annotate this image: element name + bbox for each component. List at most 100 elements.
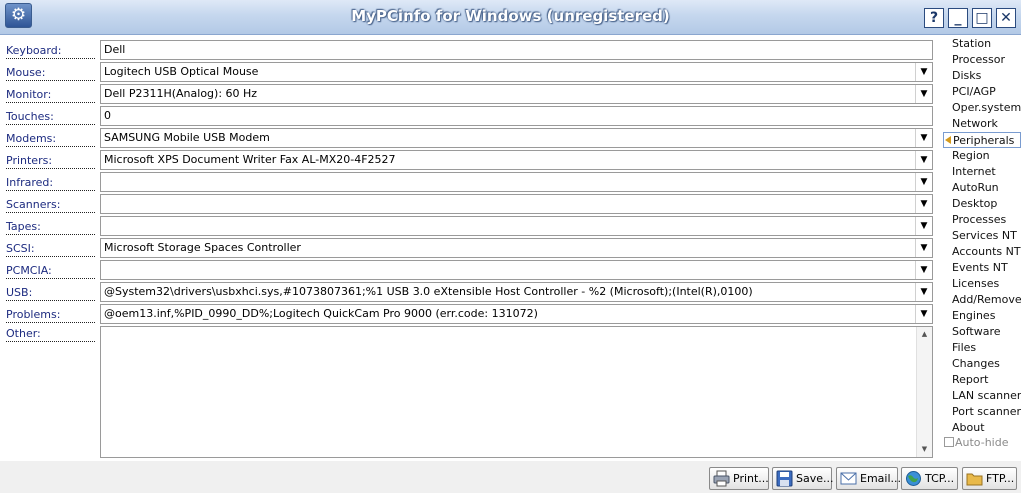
- monitor-dropdown[interactable]: Dell P2311H(Analog): 60 Hz ▼: [100, 84, 933, 104]
- chevron-down-icon[interactable]: ▼: [915, 305, 932, 323]
- touches-field[interactable]: 0: [100, 106, 933, 126]
- autohide-toggle[interactable]: Auto-hide: [944, 437, 1009, 449]
- pcmcia-dropdown[interactable]: ▼: [100, 260, 933, 280]
- sidebar-item-processes[interactable]: Processes: [943, 212, 1021, 228]
- sidebar-item-add-remove[interactable]: Add/Remove: [943, 292, 1021, 308]
- mouse-dropdown[interactable]: Logitech USB Optical Mouse ▼: [100, 62, 933, 82]
- scsi-dropdown[interactable]: Microsoft Storage Spaces Controller ▼: [100, 238, 933, 258]
- minimize-button[interactable]: _: [948, 8, 968, 28]
- globe-icon: [906, 471, 921, 486]
- other-scrollbar[interactable]: ▲ ▼: [916, 327, 932, 457]
- chevron-down-icon[interactable]: ▼: [915, 129, 932, 147]
- chevron-down-icon[interactable]: ▼: [915, 195, 932, 213]
- other-textarea[interactable]: ▲ ▼: [100, 326, 933, 458]
- print-button[interactable]: Print...: [709, 467, 769, 490]
- infrared-dropdown[interactable]: ▼: [100, 172, 933, 192]
- sidebar-item-peripherals[interactable]: Peripherals: [943, 132, 1021, 148]
- sidebar-item-label: Accounts NT: [952, 245, 1021, 258]
- usb-value: @System32\drivers\usbxhci.sys,#107380736…: [104, 285, 753, 298]
- sidebar-item-services-nt[interactable]: Services NT: [943, 228, 1021, 244]
- usb-label: USB:: [6, 285, 95, 301]
- sidebar-item-label: Region: [952, 149, 990, 162]
- sidebar-item-internet[interactable]: Internet: [943, 164, 1021, 180]
- sidebar-item-files[interactable]: Files: [943, 340, 1021, 356]
- sidebar-item-label: Internet: [952, 165, 996, 178]
- sidebar-item-label: Report: [952, 373, 989, 386]
- touches-label: Touches:: [6, 109, 95, 125]
- autohide-label: Auto-hide: [955, 436, 1009, 449]
- tapes-dropdown[interactable]: ▼: [100, 216, 933, 236]
- chevron-down-icon[interactable]: ▼: [915, 151, 932, 169]
- sidebar-item-label: Files: [952, 341, 977, 354]
- scroll-up-icon[interactable]: ▲: [917, 327, 932, 342]
- sidebar-item-oper-system[interactable]: Oper.system: [943, 100, 1021, 116]
- sidebar-item-about[interactable]: About: [943, 420, 1021, 436]
- sidebar-item-desktop[interactable]: Desktop: [943, 196, 1021, 212]
- sidebar-item-label: Port scanner: [952, 405, 1021, 418]
- help-button[interactable]: ?: [924, 8, 944, 28]
- tapes-label: Tapes:: [6, 219, 95, 235]
- problems-dropdown[interactable]: @oem13.inf,%PID_0990_DD%;Logitech QuickC…: [100, 304, 933, 324]
- sidebar-item-pci-agp[interactable]: PCI/AGP: [943, 84, 1021, 100]
- scanners-dropdown[interactable]: ▼: [100, 194, 933, 214]
- tcp-label: TCP...: [925, 472, 955, 485]
- scroll-down-icon[interactable]: ▼: [917, 442, 932, 457]
- tcp-button[interactable]: TCP...: [901, 467, 958, 490]
- sidebar-item-label: Processes: [952, 213, 1007, 226]
- sidebar-item-report[interactable]: Report: [943, 372, 1021, 388]
- other-label: Other:: [6, 326, 95, 342]
- sidebar-item-label: Changes: [952, 357, 1000, 370]
- sidebar-item-processor[interactable]: Processor: [943, 52, 1021, 68]
- scsi-label: SCSI:: [6, 241, 95, 257]
- sidebar-item-station[interactable]: Station: [943, 36, 1021, 52]
- sidebar-item-autorun[interactable]: AutoRun: [943, 180, 1021, 196]
- sidebar-item-changes[interactable]: Changes: [943, 356, 1021, 372]
- sidebar-item-network[interactable]: Network: [943, 116, 1021, 132]
- printers-value: Microsoft XPS Document Writer Fax AL-MX2…: [104, 153, 396, 166]
- title-bar: ⚙ MyPCinfo for Windows (unregistered) ? …: [0, 0, 1021, 35]
- active-arrow-icon: [945, 136, 951, 144]
- sidebar-item-label: Processor: [952, 53, 1005, 66]
- chevron-down-icon[interactable]: ▼: [915, 261, 932, 279]
- chevron-down-icon[interactable]: ▼: [915, 283, 932, 301]
- sidebar-item-region[interactable]: Region: [943, 148, 1021, 164]
- email-button[interactable]: Email...: [836, 467, 902, 490]
- maximize-button[interactable]: □: [972, 8, 992, 28]
- sidebar-item-label: Oper.system: [952, 101, 1021, 114]
- usb-dropdown[interactable]: @System32\drivers\usbxhci.sys,#107380736…: [100, 282, 933, 302]
- sidebar-item-lan-scanner[interactable]: LAN scanner: [943, 388, 1021, 404]
- save-button[interactable]: Save...: [772, 467, 834, 490]
- sidebar-item-licenses[interactable]: Licenses: [943, 276, 1021, 292]
- sidebar-item-engines[interactable]: Engines: [943, 308, 1021, 324]
- sidebar-item-label: Desktop: [952, 197, 998, 210]
- mouse-label: Mouse:: [6, 65, 95, 81]
- sidebar-item-label: Network: [952, 117, 998, 130]
- keyboard-field[interactable]: Dell: [100, 40, 933, 60]
- sidebar-item-label: PCI/AGP: [952, 85, 996, 98]
- sidebar-item-label: Station: [952, 37, 992, 50]
- sidebar-item-label: Licenses: [952, 277, 1000, 290]
- autohide-checkbox[interactable]: [944, 437, 954, 447]
- chevron-down-icon[interactable]: ▼: [915, 63, 932, 81]
- problems-value: @oem13.inf,%PID_0990_DD%;Logitech QuickC…: [104, 307, 538, 320]
- chevron-down-icon[interactable]: ▼: [915, 239, 932, 257]
- sidebar-item-software[interactable]: Software: [943, 324, 1021, 340]
- email-label: Email...: [860, 472, 902, 485]
- modems-value: SAMSUNG Mobile USB Modem: [104, 131, 270, 144]
- ftp-button[interactable]: FTP...: [962, 467, 1017, 490]
- scanners-label: Scanners:: [6, 197, 95, 213]
- modems-dropdown[interactable]: SAMSUNG Mobile USB Modem ▼: [100, 128, 933, 148]
- sidebar-item-label: Disks: [952, 69, 982, 82]
- printers-dropdown[interactable]: Microsoft XPS Document Writer Fax AL-MX2…: [100, 150, 933, 170]
- sidebar-item-label: LAN scanner: [952, 389, 1021, 402]
- chevron-down-icon[interactable]: ▼: [915, 85, 932, 103]
- sidebar-item-label: Peripherals: [953, 134, 1015, 147]
- sidebar-item-port-scanner[interactable]: Port scanner: [943, 404, 1021, 420]
- chevron-down-icon[interactable]: ▼: [915, 173, 932, 191]
- sidebar-item-accounts-nt[interactable]: Accounts NT: [943, 244, 1021, 260]
- sidebar-item-events-nt[interactable]: Events NT: [943, 260, 1021, 276]
- chevron-down-icon[interactable]: ▼: [915, 217, 932, 235]
- floppy-icon: [776, 470, 793, 487]
- close-button[interactable]: ✕: [996, 8, 1016, 28]
- sidebar-item-disks[interactable]: Disks: [943, 68, 1021, 84]
